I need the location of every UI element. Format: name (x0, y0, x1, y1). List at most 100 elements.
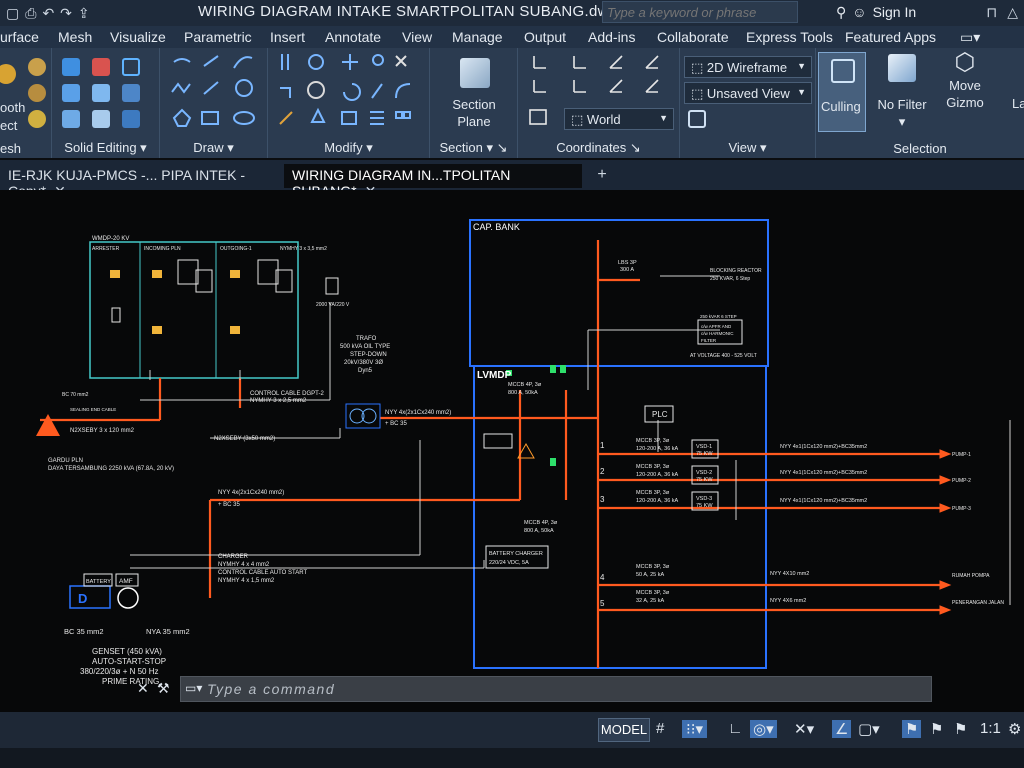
object-snap-tracking-icon[interactable]: ∠ (832, 720, 852, 738)
snap-mode-icon[interactable]: ⁝⁝▾ (682, 720, 708, 738)
tab-parametric[interactable]: Parametric (184, 29, 252, 45)
polar-tracking-icon[interactable]: ◎▾ (750, 720, 777, 738)
panel-coordinates: ⬚ World Coordinates ↘ (518, 48, 680, 158)
svg-text:NYY 4x(2x1Cx240 mm2): NYY 4x(2x1Cx240 mm2) (218, 490, 284, 496)
settings-gear-icon[interactable]: ⚙ (1008, 720, 1021, 738)
smooth-label: ooth (0, 100, 26, 115)
svg-text:300 A: 300 A (620, 267, 634, 273)
solid-editing-label[interactable]: Solid Editing ▾ (52, 140, 159, 156)
svg-text:BATTERY CHARGER: BATTERY CHARGER (489, 551, 543, 557)
tab-addins[interactable]: Add-ins (588, 29, 635, 45)
svg-text:STEP-DOWN: STEP-DOWN (350, 352, 387, 358)
ellipse-icon (233, 111, 255, 125)
help-icon[interactable]: △ (1007, 4, 1018, 21)
tab-manage[interactable]: Manage (452, 29, 503, 45)
isodraft-icon[interactable]: ✕▾ (794, 720, 814, 738)
move-gizmo-button[interactable]: ⬡ Move Gizmo (940, 51, 990, 111)
svg-text:500 kVA OIL TYPE: 500 kVA OIL TYPE (340, 344, 390, 350)
shell-icon[interactable] (122, 84, 140, 102)
tab-visualize[interactable]: Visualize (110, 29, 166, 45)
modify-label[interactable]: Modify ▾ (268, 140, 429, 156)
visual-style-dropdown[interactable]: ⬚ 2D Wireframe (684, 56, 812, 78)
extrude-faces-icon[interactable] (62, 84, 80, 102)
tab-output[interactable]: Output (524, 29, 566, 45)
section-plane-button[interactable]: Section Plane (438, 96, 510, 130)
union-icon[interactable] (62, 58, 80, 76)
polyline-icon (173, 58, 191, 63)
svg-text:INCOMING PLN: INCOMING PLN (144, 246, 181, 252)
redo-icon[interactable]: ↷ (60, 5, 72, 22)
separate-icon[interactable] (92, 84, 110, 102)
title-bar: ▢ ⎙ ↶ ↷ ⇪ WIRING DIAGRAM INTAKE SMARTPOL… (0, 0, 1024, 26)
close-command-icon[interactable]: ✕ (137, 680, 149, 697)
section-label[interactable]: Section ▾ ↘ (430, 140, 517, 156)
model-space-button[interactable]: MODEL (598, 718, 650, 742)
fillet-edge-icon[interactable] (122, 110, 140, 128)
grid-icon[interactable]: # (656, 720, 664, 737)
auto-scale-icon[interactable]: ⚑ (930, 720, 943, 738)
polygon-icon (172, 108, 192, 127)
customize-wrench-icon[interactable]: ⚒ (157, 680, 170, 697)
tab-insert[interactable]: Insert (270, 29, 305, 45)
draw-label[interactable]: Draw ▾ (160, 140, 267, 156)
panel-section: Section Plane Section ▾ ↘ (430, 48, 518, 158)
undo-icon[interactable]: ↶ (42, 5, 54, 22)
cart-icon[interactable]: ⊓ (986, 4, 997, 21)
section-plane-icon[interactable] (460, 58, 490, 88)
svg-text:120-200 A, 36 kA: 120-200 A, 36 kA (636, 446, 679, 452)
object-snap-icon[interactable]: ▢▾ (858, 720, 880, 738)
sign-in-button[interactable]: ⚲ ☺ Sign In (836, 4, 916, 21)
command-input[interactable]: Type a command (207, 681, 335, 697)
slice-icon[interactable] (62, 110, 80, 128)
file-tab-wiring-diagram[interactable]: WIRING DIAGRAM IN...TPOLITAN SUBANG*✕ (284, 164, 582, 199)
print-icon[interactable]: ⎙ (25, 5, 36, 22)
smooth-object-icon[interactable] (0, 64, 16, 84)
svg-text:CONTROL CABLE DGPT-2: CONTROL CABLE DGPT-2 (250, 391, 324, 397)
tab-surface[interactable]: urface (0, 29, 39, 45)
view-label[interactable]: View ▾ (680, 140, 815, 156)
ucs-world-dropdown[interactable]: ⬚ World (564, 108, 674, 130)
tab-mesh[interactable]: Mesh (58, 29, 92, 45)
annotation-scale-icon[interactable]: ⚑ (954, 720, 967, 738)
command-line[interactable]: ✕ ⚒ ▭▾ Type a command (137, 676, 932, 702)
status-bar: MODEL # ⁝⁝▾ ∟ ◎▾ ✕▾ ∠ ▢▾ ⚑ ⚑ ⚑ 1:1 ⚙ (0, 712, 1024, 748)
annotation-scale-value[interactable]: 1:1 (980, 720, 1001, 737)
selection-label[interactable]: Selection (816, 141, 1024, 156)
no-filter-icon (888, 54, 916, 82)
svg-text:GARDU PLN: GARDU PLN (48, 458, 83, 464)
tab-view[interactable]: View (402, 29, 432, 45)
svg-text:TRAFO: TRAFO (356, 336, 377, 342)
annotation-visibility-icon[interactable]: ⚑ (902, 720, 922, 738)
spline-icon (171, 82, 191, 94)
file-tab-pipa-intek[interactable]: IE-RJK KUJA-PMCS -... PIPA INTEK - Copy*… (0, 164, 278, 199)
interfere-icon[interactable] (92, 110, 110, 128)
tab-express-tools[interactable]: Express Tools (746, 29, 833, 45)
new-tab-plus-icon[interactable]: + (592, 166, 612, 186)
search-input[interactable] (602, 1, 798, 23)
svg-text:NYMHY 4 x 1,5 mm2: NYMHY 4 x 1,5 mm2 (218, 578, 275, 584)
named-view-dropdown[interactable]: ⬚ Unsaved View (684, 82, 812, 104)
erase-icon (279, 111, 293, 125)
tab-collaborate[interactable]: Collaborate (657, 29, 729, 45)
tab-featured-apps[interactable]: Featured Apps (845, 29, 936, 45)
coordinates-label[interactable]: Coordinates ↘ (518, 140, 679, 156)
video-icon[interactable]: ▭▾ (960, 29, 980, 46)
share-icon[interactable]: ⇪ (78, 5, 90, 22)
viewport-icon[interactable] (688, 110, 706, 128)
svg-text:NYMHY 4 x 4 mm2: NYMHY 4 x 4 mm2 (218, 562, 270, 568)
mesh-icon[interactable] (28, 110, 46, 128)
subtract-icon[interactable] (92, 58, 110, 76)
no-filter-button[interactable]: No Filter ▾ (872, 54, 932, 130)
svg-text:LBS 3P: LBS 3P (618, 260, 637, 266)
array-icon (372, 54, 384, 66)
box-icon[interactable] (122, 58, 140, 76)
sphere-icon[interactable] (28, 58, 46, 76)
drawing-canvas[interactable]: D CAP. BANK LVMDP PLC WMDP-20 KV ARRESTE… (0, 190, 1024, 726)
cap-bank-label: CAP. BANK (473, 222, 520, 232)
tab-annotate[interactable]: Annotate (325, 29, 381, 45)
view-icon: ⬚ (691, 86, 707, 101)
ortho-icon[interactable]: ∟ (728, 720, 743, 737)
globe-icon[interactable] (28, 84, 46, 102)
new-file-icon[interactable]: ▢ (6, 5, 19, 22)
culling-button[interactable]: Culling (818, 52, 866, 132)
